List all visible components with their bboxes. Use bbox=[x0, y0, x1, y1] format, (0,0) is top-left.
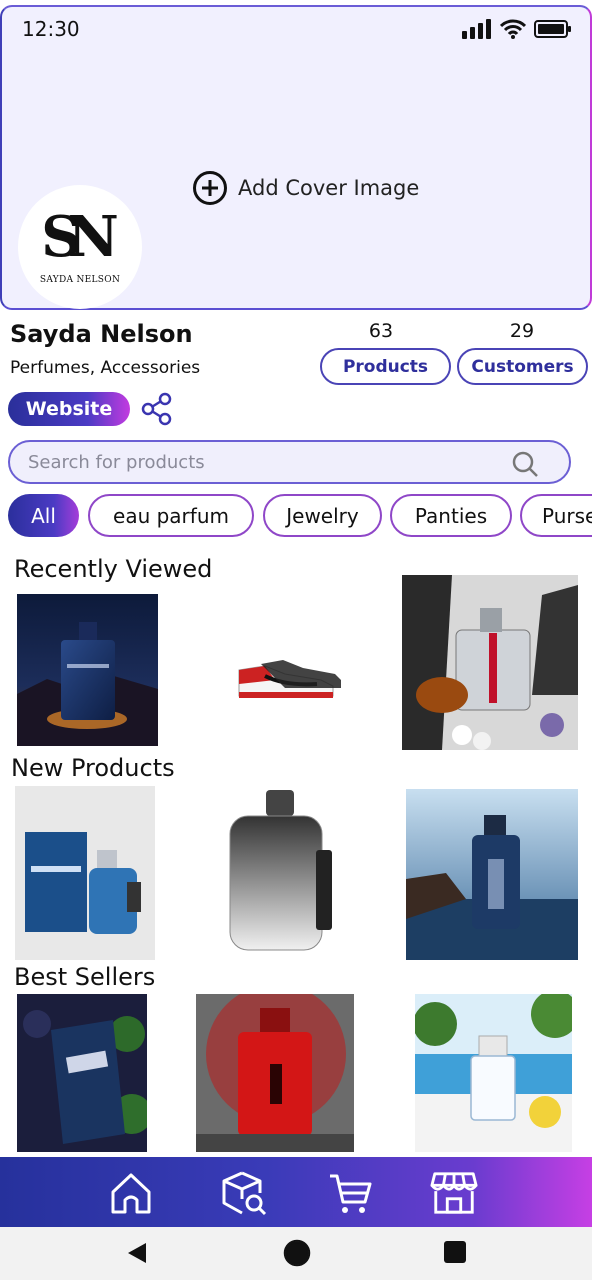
recents-icon[interactable] bbox=[443, 1240, 467, 1264]
back-icon[interactable] bbox=[126, 1241, 148, 1265]
chip-jewelry[interactable]: Jewelry bbox=[263, 494, 382, 537]
nav-product-search[interactable] bbox=[220, 1169, 268, 1217]
chip-purse[interactable]: Purse bbox=[520, 494, 592, 537]
plus-circle-icon bbox=[193, 171, 227, 205]
customers-button[interactable]: Customers bbox=[457, 348, 588, 385]
polo-red-image[interactable] bbox=[196, 994, 354, 1152]
status-icons bbox=[462, 19, 572, 39]
store-logo[interactable]: SN SAYDA NELSON bbox=[18, 185, 142, 309]
chip-eau-parfum[interactable]: eau parfum bbox=[88, 494, 254, 537]
signal-icon bbox=[462, 19, 491, 39]
product-search-icon bbox=[222, 1171, 267, 1216]
wifi-icon bbox=[500, 19, 526, 39]
recently-viewed-title: Recently Viewed bbox=[14, 555, 213, 583]
home-circle-icon[interactable] bbox=[283, 1239, 311, 1267]
nav-store[interactable] bbox=[430, 1169, 478, 1217]
filter-chips: All eau parfum Jewelry Panties Purse bbox=[8, 494, 592, 538]
chip-panties[interactable]: Panties bbox=[390, 494, 512, 537]
add-cover-label: Add Cover Image bbox=[238, 176, 420, 200]
best-sellers-title: Best Sellers bbox=[14, 963, 156, 991]
prada-luna-rossa-image[interactable] bbox=[402, 575, 578, 750]
share-icon[interactable] bbox=[140, 392, 174, 426]
logo-mark: SN bbox=[41, 204, 119, 270]
status-time: 12:30 bbox=[22, 17, 80, 41]
dolce-gabbana-light-blue-image[interactable] bbox=[415, 994, 572, 1152]
nav-home[interactable] bbox=[107, 1169, 155, 1217]
home-icon bbox=[111, 1173, 151, 1214]
ysl-y-image[interactable] bbox=[17, 994, 147, 1152]
store-categories: Perfumes, Accessories bbox=[10, 358, 201, 378]
store-icon bbox=[430, 1172, 478, 1214]
cover-image-area[interactable]: 12:30 Add Cover Image SN SAYDA NELSON bbox=[0, 5, 592, 310]
add-cover-image-button[interactable]: Add Cover Image bbox=[192, 170, 419, 206]
bottom-navigation bbox=[0, 1157, 592, 1227]
search-bar bbox=[8, 440, 571, 484]
chip-all[interactable]: All bbox=[8, 494, 79, 537]
products-count: 63 bbox=[368, 320, 394, 342]
customers-count: 29 bbox=[509, 320, 535, 342]
search-input[interactable] bbox=[28, 451, 498, 473]
coach-silver-image[interactable] bbox=[226, 790, 338, 954]
new-products-title: New Products bbox=[11, 754, 175, 782]
battery-icon bbox=[534, 20, 571, 38]
website-button[interactable]: Website bbox=[8, 392, 130, 426]
products-button[interactable]: Products bbox=[320, 348, 451, 385]
sneaker-image[interactable] bbox=[225, 640, 345, 710]
nav-cart[interactable] bbox=[326, 1169, 374, 1217]
coach-blue-image[interactable] bbox=[15, 786, 155, 960]
dior-sauvage-image[interactable] bbox=[17, 594, 158, 746]
logo-text: SAYDA NELSON bbox=[39, 275, 121, 285]
search-icon[interactable] bbox=[511, 450, 539, 478]
cart-icon bbox=[330, 1174, 372, 1213]
boss-bottled-image[interactable] bbox=[406, 789, 578, 960]
system-navigation-bar bbox=[0, 1227, 592, 1280]
store-name: Sayda Nelson bbox=[10, 320, 193, 348]
